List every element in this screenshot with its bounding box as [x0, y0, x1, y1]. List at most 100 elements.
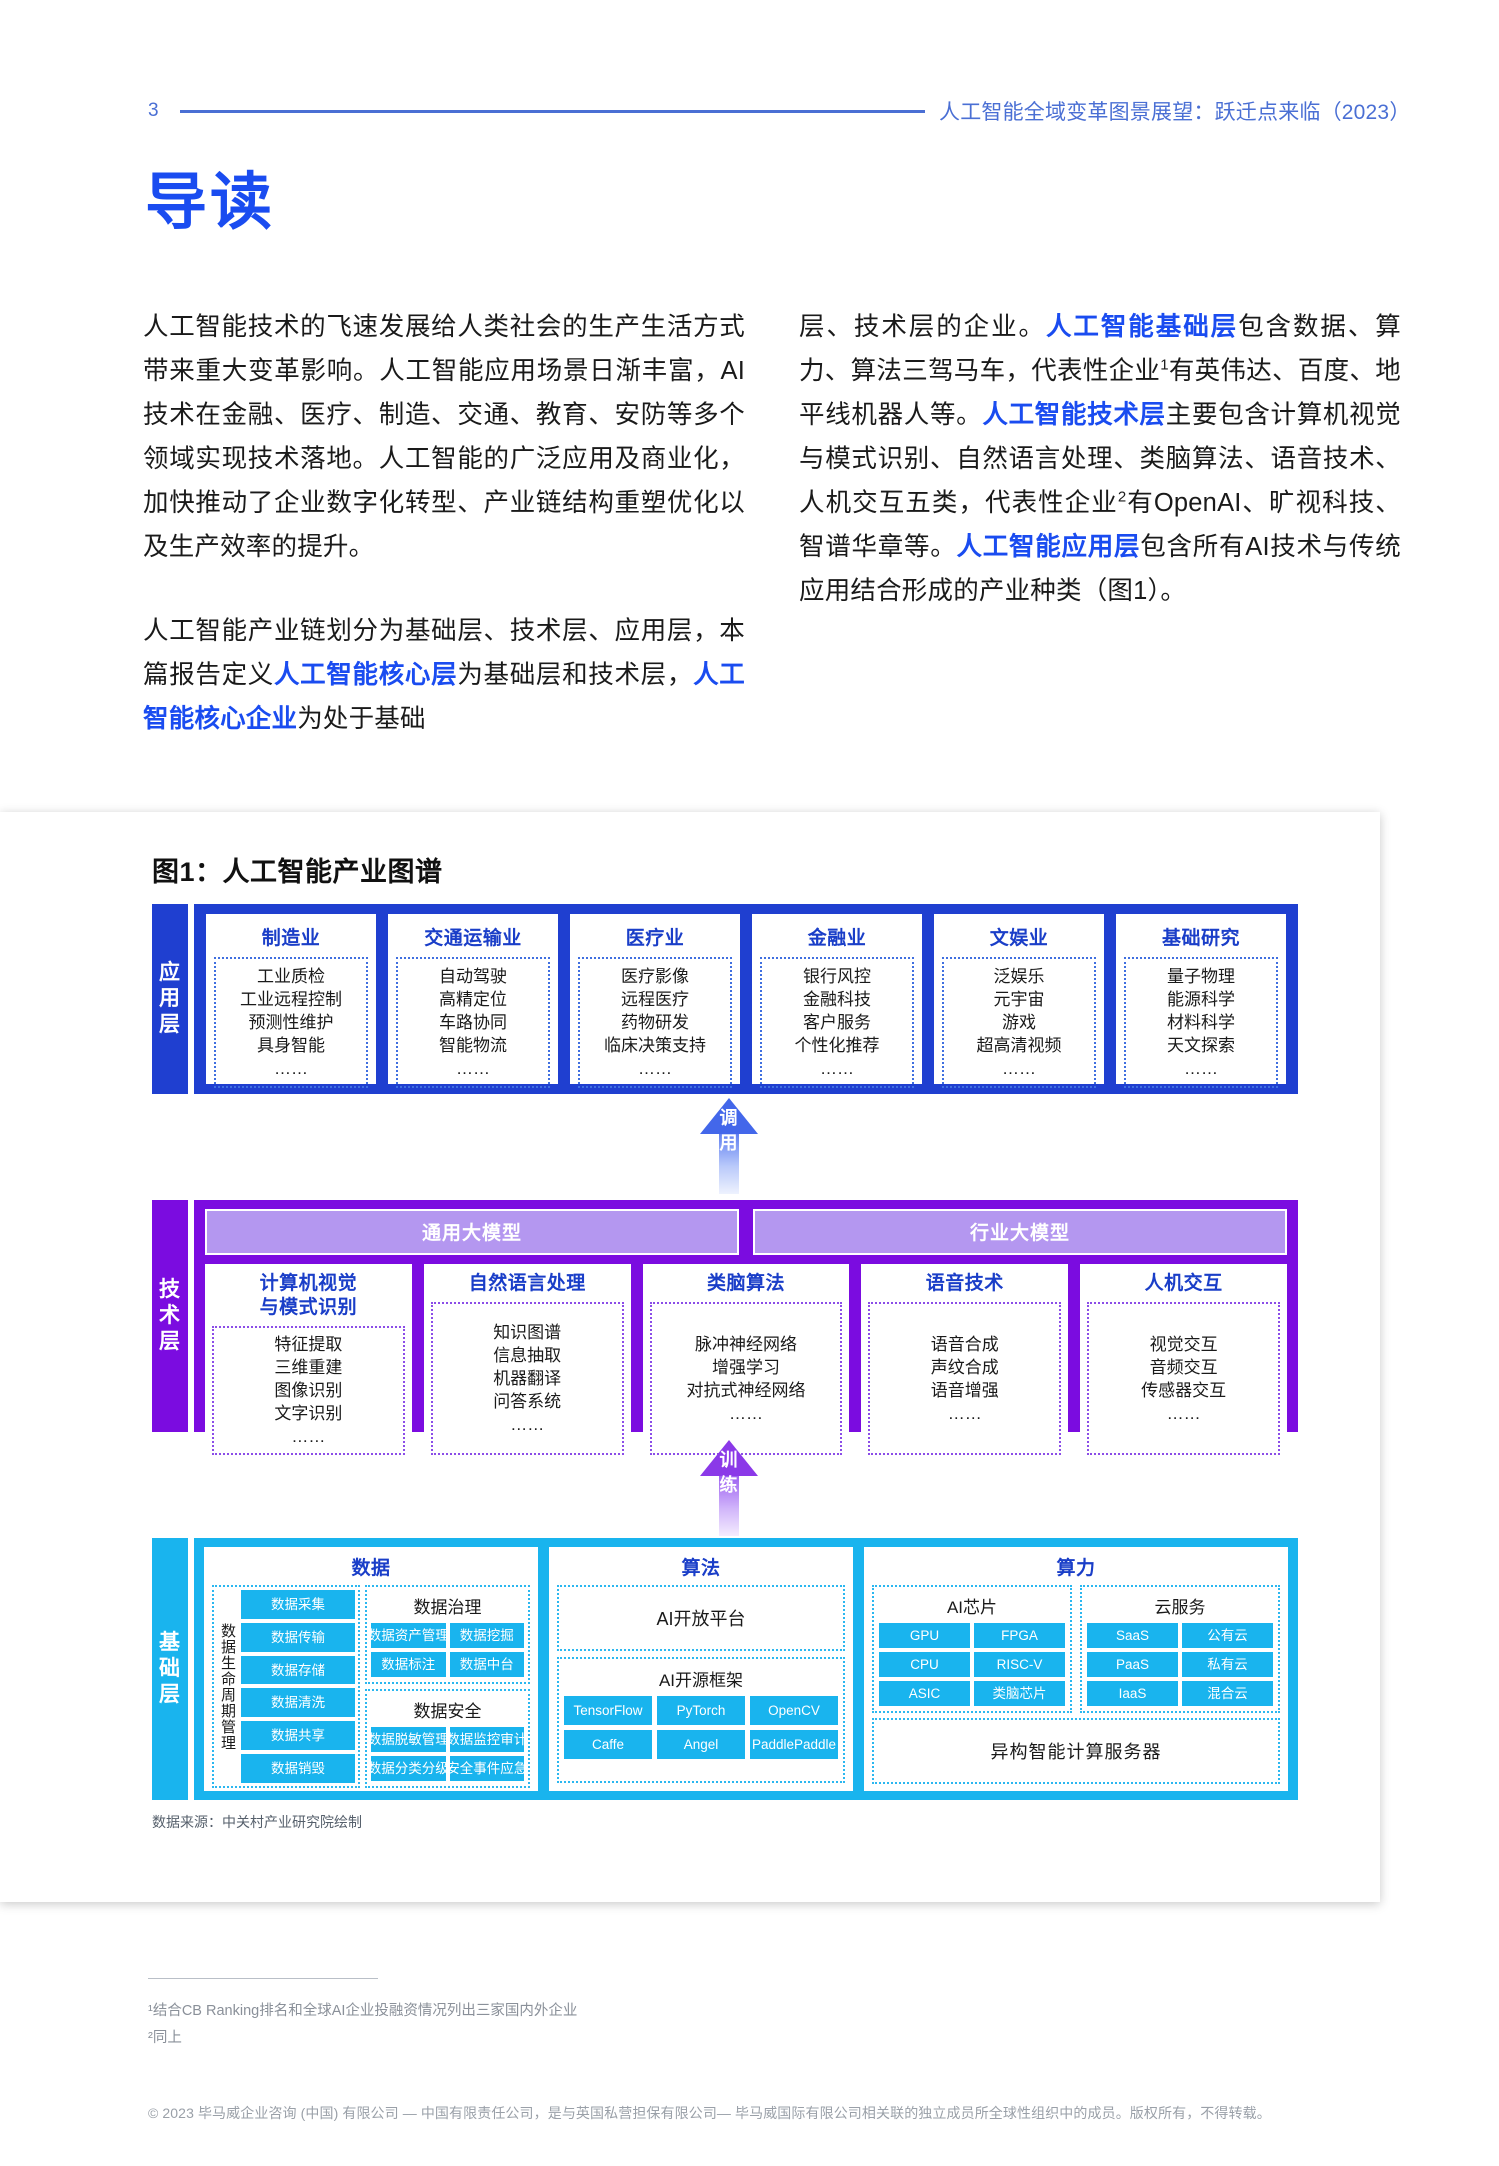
arrow-call-label: 调 用: [700, 1106, 758, 1156]
highlight-app-layer: 人工智能应用层: [956, 533, 1141, 561]
list-item: 能源科学: [1167, 990, 1235, 1009]
paragraph-3: 层、技术层的企业。人工智能基础层包含数据、算力、算法三驾马车，代表性企业1有英伟…: [799, 305, 1401, 613]
data-inner: 数据生命周期管理 数据采集 数据传输 数据存储 数据清洗 数据共享 数据销毁 数: [212, 1585, 530, 1788]
list-item: 视觉交互: [1149, 1334, 1218, 1354]
power-top: AI芯片 GPU FPGA CPU RISC-V ASIC 类脑芯片 云服务 S…: [872, 1585, 1280, 1713]
arrow-up-call-icon: 调 用: [700, 1098, 758, 1194]
algorithm-inner: AI开放平台 AI开源框架 TensorFlow PyTorch OpenCV …: [557, 1585, 845, 1783]
base-tab-char-2: 层: [159, 1683, 181, 1706]
base-layer-body: 数据 数据生命周期管理 数据采集 数据传输 数据存储 数据清洗 数据共享 数据销…: [194, 1538, 1298, 1800]
arrow-label-char-0: 训: [719, 1450, 739, 1470]
arrow-label-char-1: 练: [719, 1475, 739, 1495]
list-item: 银行风控: [803, 967, 871, 986]
list-item: 信息抽取: [493, 1346, 562, 1365]
chip: CPU: [879, 1652, 970, 1677]
chip: SaaS: [1087, 1623, 1178, 1648]
list-item: 问答系统: [493, 1392, 562, 1411]
list-item: 泛娱乐: [993, 967, 1045, 986]
chip: GPU: [879, 1623, 970, 1648]
list-item: ……: [1002, 1059, 1036, 1078]
list-item: 药物研发: [621, 1013, 689, 1032]
chip: 数据挖掘: [449, 1623, 524, 1648]
card-items: 自动驾驶 高精定位 车路协同 智能物流 ……: [396, 957, 550, 1088]
application-layer-tab: 应 用 层: [152, 904, 188, 1094]
tech-tab-char-2: 层: [159, 1330, 181, 1353]
footnote-1: ¹结合CB Ranking排名和全球AI企业投融资情况列出三家国内外企业: [148, 2003, 578, 2019]
chip: FPGA: [974, 1623, 1065, 1648]
technology-layer: 技 术 层 通用大模型 行业大模型 计算机视觉 与模式识别 特征提取 三维重建: [152, 1200, 1298, 1463]
band-general-model: 通用大模型: [205, 1209, 739, 1255]
ai-framework-group: AI开源框架 TensorFlow PyTorch OpenCV Caffe A…: [557, 1657, 845, 1783]
tech-card-computer-vision: 计算机视觉 与模式识别 特征提取 三维重建 图像识别 文字识别 ……: [205, 1264, 412, 1463]
chip: 数据采集: [241, 1590, 355, 1619]
figure-panel: 图1：人工智能产业图谱 应 用 层 制造业 工业质检 工业远程控制 预测性维护 …: [0, 812, 1380, 1902]
app-card-transportation: 交通运输业 自动驾驶 高精定位 车路协同 智能物流 ……: [388, 914, 558, 1088]
p2-text-b: 为基础层和技术层，: [457, 661, 694, 689]
list-item: 音频交互: [1149, 1357, 1218, 1377]
figure-title: 图1：人工智能产业图谱: [152, 857, 443, 887]
p3-text-a: 层、技术层的企业。: [799, 313, 1046, 341]
chip: Caffe: [564, 1730, 652, 1759]
card-title: 语音技术: [925, 1273, 1004, 1294]
tech-card-nlp: 自然语言处理 知识图谱 信息抽取 机器翻译 问答系统 ……: [423, 1264, 631, 1463]
list-item: 声纹合成: [930, 1357, 999, 1377]
tech-tab-char-1: 术: [159, 1304, 181, 1327]
chip: OpenCV: [750, 1696, 838, 1725]
application-layer-body: 制造业 工业质检 工业远程控制 预测性维护 具身智能 …… 交通运输业 自动驾驶…: [194, 904, 1298, 1094]
card-items: 量子物理 能源科学 材料科学 天文探索 ……: [1124, 957, 1278, 1088]
card-items: 医疗影像 远程医疗 药物研发 临床决策支持 ……: [578, 957, 732, 1088]
group-title: AI开源框架: [658, 1671, 744, 1690]
card-items: 工业质检 工业远程控制 预测性维护 具身智能 ……: [214, 957, 368, 1088]
highlight-tech-layer: 人工智能技术层: [982, 401, 1166, 429]
chip: 数据资产管理: [371, 1623, 446, 1648]
list-item: ……: [1184, 1059, 1218, 1078]
left-column: 人工智能技术的飞速发展给人类社会的生产生活方式带来重大变革影响。人工智能应用场景…: [143, 305, 745, 781]
list-item: 语音合成: [930, 1334, 999, 1354]
list-item: ……: [820, 1059, 854, 1078]
paragraph-2: 人工智能产业链划分为基础层、技术层、应用层，本篇报告定义人工智能核心层为基础层和…: [143, 609, 745, 741]
chip: 数据传输: [241, 1622, 355, 1652]
list-item: ……: [274, 1059, 308, 1078]
paragraph-1: 人工智能技术的飞速发展给人类社会的生产生活方式带来重大变革影响。人工智能应用场景…: [143, 313, 745, 561]
list-item: 元宇宙: [993, 990, 1045, 1009]
chip: TensorFlow: [564, 1696, 652, 1725]
list-item: 工业远程控制: [240, 990, 342, 1009]
tech-card-hci: 人机交互 视觉交互 音频交互 传感器交互 ……: [1080, 1264, 1287, 1463]
card-title: 文娱业: [989, 928, 1049, 949]
chip: 数据分类分级: [371, 1756, 446, 1781]
chip: PaaS: [1087, 1652, 1178, 1677]
list-item: 脉冲神经网络: [694, 1334, 797, 1354]
card-title: 人机交互: [1144, 1273, 1223, 1294]
ai-chip-group: AI芯片 GPU FPGA CPU RISC-V ASIC 类脑芯片: [872, 1585, 1072, 1713]
chip: 数据存储: [241, 1655, 355, 1685]
list-item: 机器翻译: [493, 1369, 562, 1388]
card-title: 医疗业: [625, 928, 685, 949]
list-item: ……: [638, 1059, 672, 1078]
list-item: 语音增强: [930, 1380, 999, 1400]
list-item: ……: [291, 1427, 326, 1446]
arrow-label-char-1: 用: [719, 1133, 739, 1153]
footnote-2: ²同上: [148, 2030, 182, 2046]
right-column: 层、技术层的企业。人工智能基础层包含数据、算力、算法三驾马车，代表性企业1有英伟…: [799, 305, 1401, 781]
tech-card-speech: 语音技术 语音合成 声纹合成 语音增强 ……: [861, 1264, 1069, 1463]
footnotes: ¹结合CB Ranking排名和全球AI企业投融资情况列出三家国内外企业 ²同上: [148, 1998, 577, 2052]
technology-cards: 计算机视觉 与模式识别 特征提取 三维重建 图像识别 文字识别 …… 自然语言处…: [205, 1264, 1287, 1463]
technology-layer-tab: 技 术 层: [152, 1200, 188, 1432]
column-title: 算力: [1056, 1558, 1096, 1579]
list-item: 图像识别: [274, 1381, 343, 1400]
header-rule: [180, 109, 925, 113]
power-inner: AI芯片 GPU FPGA CPU RISC-V ASIC 类脑芯片 云服务 S…: [872, 1585, 1280, 1784]
chip: PaddlePaddle: [750, 1730, 838, 1759]
chip: 数据共享: [241, 1721, 355, 1751]
chip: 私有云: [1182, 1652, 1273, 1677]
list-item: 具身智能: [257, 1036, 325, 1055]
list-item: 个性化推荐: [794, 1036, 880, 1055]
app-card-basic-research: 基础研究 量子物理 能源科学 材料科学 天文探索 ……: [1116, 914, 1286, 1088]
chip: 数据脱敏管理: [371, 1727, 446, 1752]
card-items: 知识图谱 信息抽取 机器翻译 问答系统 ……: [430, 1302, 624, 1455]
card-title: 制造业: [261, 928, 321, 949]
band-industry-model: 行业大模型: [753, 1209, 1287, 1255]
model-band-row: 通用大模型 行业大模型: [205, 1209, 1287, 1255]
app-card-manufacturing: 制造业 工业质检 工业远程控制 预测性维护 具身智能 ……: [206, 914, 376, 1088]
chip: 数据监控审计: [449, 1727, 524, 1752]
